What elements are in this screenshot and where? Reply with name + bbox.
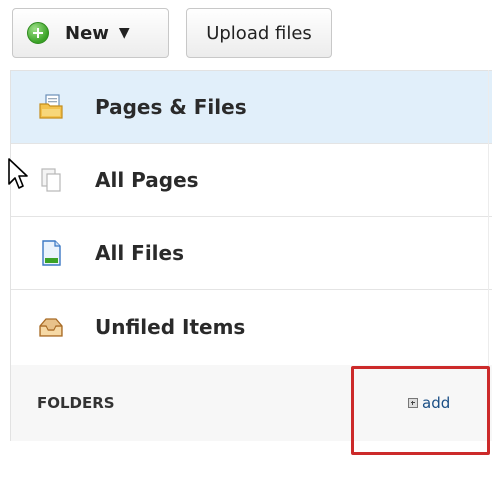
all-pages-icon [41, 168, 61, 192]
nav-item-pages-files[interactable]: Pages & Files [11, 71, 492, 144]
nav-item-all-files[interactable]: All Files [11, 217, 492, 290]
upload-files-button[interactable]: Upload files [186, 8, 332, 58]
nav-item-label: Pages & Files [95, 95, 247, 119]
new-button-label: New [65, 22, 109, 44]
add-circle-icon [27, 22, 49, 44]
nav-item-all-pages[interactable]: All Pages [11, 144, 492, 217]
folders-header: FOLDERS [37, 394, 115, 412]
inbox-tray-icon [39, 317, 63, 337]
nav-item-label: Unfiled Items [95, 314, 246, 339]
dropdown-caret-icon: ▼ [118, 25, 130, 41]
highlight-annotation [351, 366, 490, 455]
nav-item-unfiled-items[interactable]: Unfiled Items [11, 290, 492, 363]
nav-item-label: All Pages [95, 168, 199, 192]
file-icon [42, 240, 61, 266]
new-button[interactable]: New ▼ [12, 8, 169, 58]
mouse-pointer-icon [8, 158, 28, 189]
nav-item-label: All Files [95, 241, 184, 265]
pages-files-icon [39, 94, 63, 119]
